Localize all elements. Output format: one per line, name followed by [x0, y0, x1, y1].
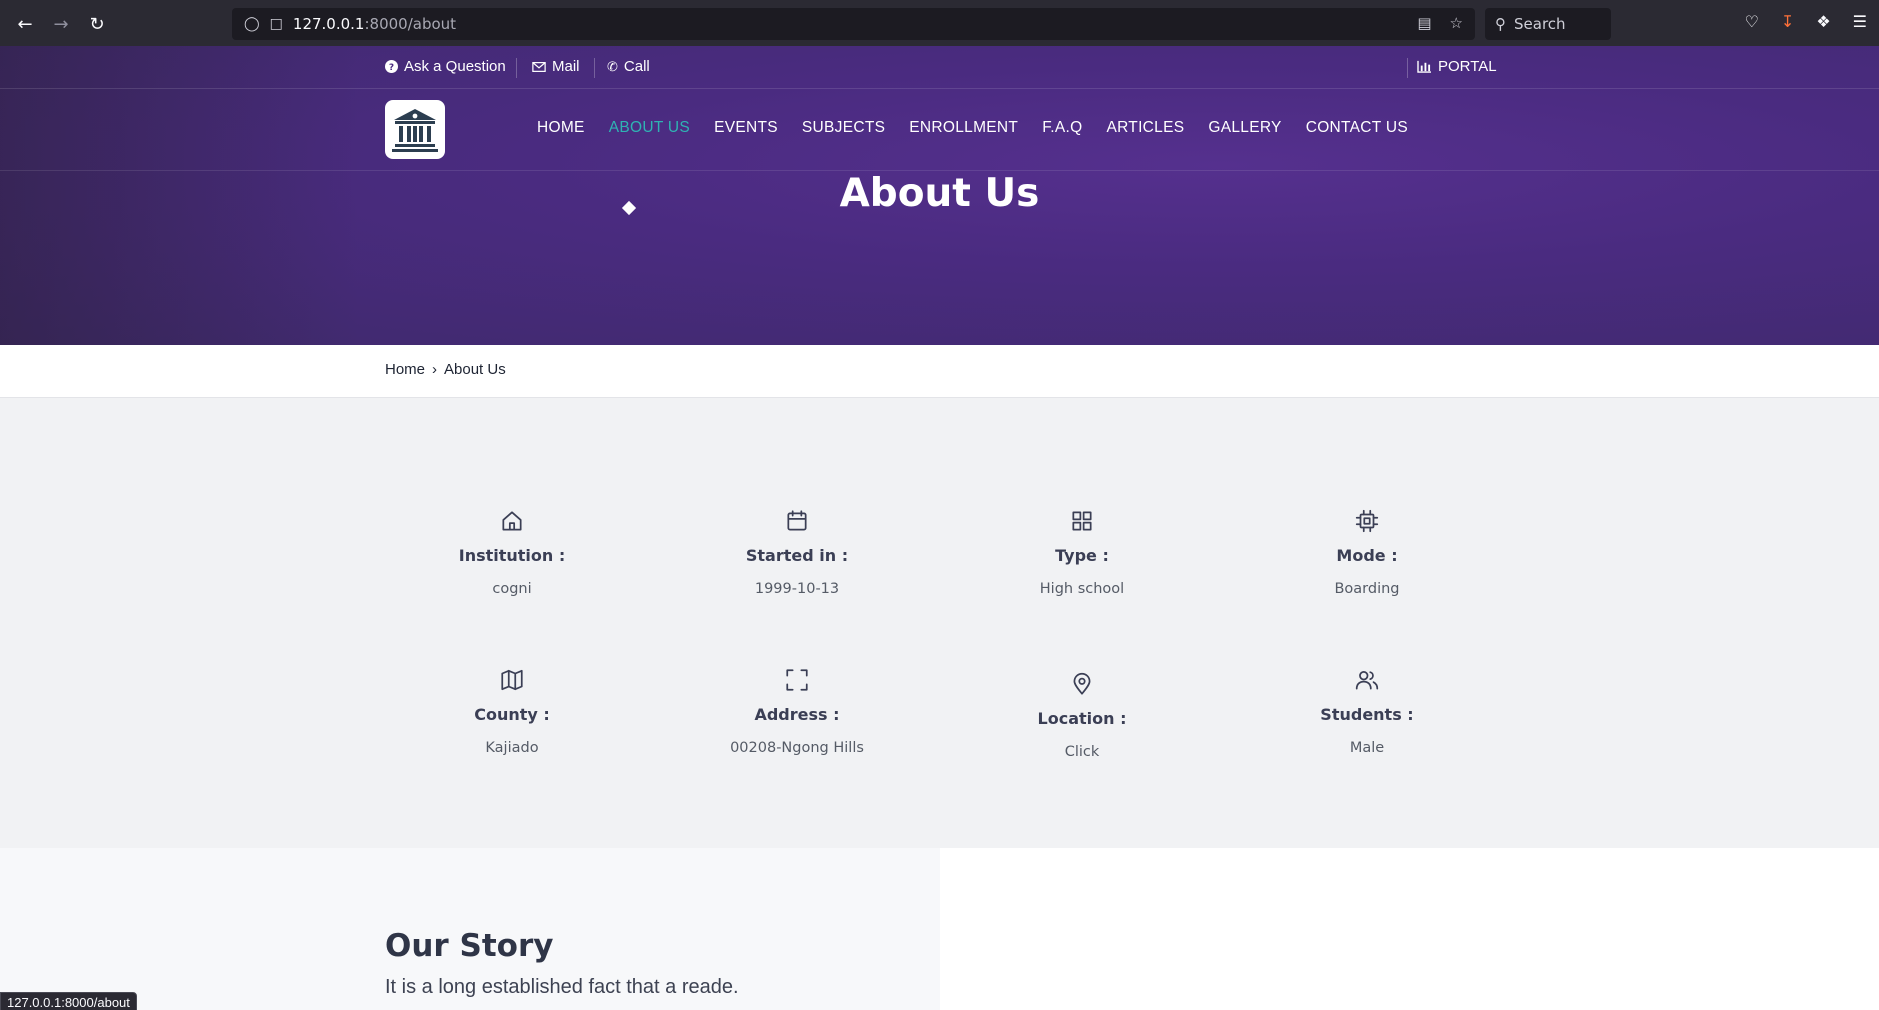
- institution-info-section: Institution : cogni Started in : 1999-10-13…: [0, 398, 1879, 848]
- nav-item-about-us[interactable]: ABOUT US: [609, 119, 690, 137]
- breadcrumb: Home › About Us: [385, 361, 506, 378]
- divider: [1407, 58, 1408, 78]
- info-value: High school: [1039, 581, 1125, 597]
- bar-chart-icon: [1417, 60, 1431, 73]
- info-label: Mode :: [1336, 546, 1398, 565]
- calendar-icon: [677, 506, 917, 536]
- grid-icon: [962, 506, 1202, 536]
- breadcrumb-bar: Home › About Us: [0, 345, 1879, 398]
- mail-icon: [532, 61, 546, 72]
- nav-menu: HOME ABOUT US EVENTS SUBJECTS ENROLLMENT F.A.…: [537, 119, 1432, 137]
- shield-icon[interactable]: ◯: [244, 16, 260, 32]
- portal-link[interactable]: PORTAL: [1417, 58, 1497, 75]
- info-card: Started in : 1999-10-13: [677, 506, 917, 597]
- nav-item-contact-us[interactable]: CONTACT US: [1306, 119, 1408, 137]
- url-host: 127.0.0.1: [292, 15, 365, 33]
- hero-banner: ? Ask a Question Mail ✆ Call PORTAL HOME…: [0, 46, 1879, 345]
- map-pin-icon: [962, 669, 1202, 699]
- info-label: Type :: [1055, 546, 1109, 565]
- nav-item-f-a-q[interactable]: F.A.Q: [1042, 119, 1082, 137]
- download-icon[interactable]: ↧: [1781, 12, 1794, 31]
- info-value: Male: [1349, 740, 1385, 756]
- story-text: It is a long established fact that a rea…: [385, 976, 739, 998]
- info-card: County : Kajiado: [392, 665, 632, 756]
- back-arrow-icon[interactable]: ←: [10, 9, 40, 39]
- info-value: Boarding: [1334, 581, 1400, 597]
- portal-label: PORTAL: [1438, 58, 1497, 75]
- story-title: Our Story: [385, 928, 554, 964]
- info-value: Kajiado: [485, 740, 539, 756]
- story-image-area: [940, 848, 1879, 1010]
- breadcrumb-home-link[interactable]: Home: [385, 361, 425, 378]
- info-value: 1999-10-13: [754, 581, 840, 597]
- pocket-icon[interactable]: ♡: [1745, 12, 1759, 31]
- top-contact-bar: ? Ask a Question Mail ✆ Call PORTAL: [0, 46, 1879, 89]
- search-input[interactable]: ⚲ Search: [1485, 8, 1611, 40]
- nav-item-gallery[interactable]: GALLERY: [1208, 119, 1281, 137]
- status-bar-url: 127.0.0.1:8000/about: [0, 992, 137, 1010]
- mail-link[interactable]: Mail: [532, 58, 580, 75]
- reader-view-icon[interactable]: ▤: [1417, 14, 1431, 32]
- nav-item-articles[interactable]: ARTICLES: [1106, 119, 1184, 137]
- info-label: Students :: [1320, 705, 1414, 724]
- info-label: Started in :: [745, 546, 849, 565]
- info-label: Location :: [1037, 709, 1127, 728]
- users-icon: [1247, 665, 1487, 695]
- extensions-icon[interactable]: ❖: [1816, 12, 1830, 31]
- reload-icon[interactable]: ↻: [82, 9, 112, 39]
- phone-icon: ✆: [607, 58, 618, 74]
- svg-text:?: ?: [389, 63, 394, 73]
- page-title: About Us: [839, 171, 1040, 216]
- story-section: Our Story It is a long established fact …: [0, 848, 940, 1010]
- info-card: Location : Click: [962, 669, 1202, 760]
- page-icon: □: [269, 16, 283, 32]
- info-label: Address :: [754, 705, 840, 724]
- site-logo[interactable]: [385, 100, 445, 159]
- nav-item-home[interactable]: HOME: [537, 119, 585, 137]
- info-card: Students : Male: [1247, 665, 1487, 756]
- divider: [516, 58, 517, 78]
- divider: [594, 58, 595, 78]
- search-placeholder: Search: [1514, 15, 1566, 33]
- question-circle-icon: ?: [385, 60, 398, 73]
- bookmark-star-icon[interactable]: ☆: [1450, 14, 1463, 32]
- call-label: Call: [623, 58, 650, 75]
- institution-building-icon: [392, 108, 438, 152]
- info-card: Address : 00208-Ngong Hills: [677, 665, 917, 756]
- nav-item-enrollment[interactable]: ENROLLMENT: [909, 119, 1018, 137]
- info-label: Institution :: [458, 546, 566, 565]
- info-card: Institution : cogni: [392, 506, 632, 597]
- forward-arrow-icon[interactable]: →: [46, 9, 76, 39]
- info-value: cogni: [492, 581, 532, 597]
- info-label: County :: [474, 705, 550, 724]
- mail-label: Mail: [552, 58, 580, 75]
- ask-question-link[interactable]: ? Ask a Question: [385, 58, 506, 75]
- info-value: 00208-Ngong Hills: [730, 740, 864, 756]
- search-icon: ⚲: [1495, 15, 1506, 33]
- home-icon: [392, 506, 632, 536]
- address-bar[interactable]: ◯ □ 127.0.0.1:8000/about ▤ ☆: [232, 8, 1475, 40]
- menu-icon[interactable]: ☰: [1853, 12, 1867, 31]
- maximize-icon: [677, 665, 917, 695]
- nav-item-subjects[interactable]: SUBJECTS: [802, 119, 885, 137]
- map-icon: [392, 665, 632, 695]
- call-link[interactable]: ✆ Call: [607, 58, 650, 75]
- url-path: :8000/about: [364, 15, 457, 33]
- nav-item-events[interactable]: EVENTS: [714, 119, 778, 137]
- info-card: Mode : Boarding: [1247, 506, 1487, 597]
- ask-question-label: Ask a Question: [404, 58, 506, 75]
- info-card: Type : High school: [962, 506, 1202, 597]
- info-value[interactable]: Click: [962, 744, 1202, 760]
- main-navbar: HOME ABOUT US EVENTS SUBJECTS ENROLLMENT F.A.…: [0, 89, 1879, 216]
- breadcrumb-separator-icon: ›: [432, 361, 438, 378]
- cpu-icon: [1247, 506, 1487, 536]
- breadcrumb-current: About Us: [444, 361, 506, 378]
- browser-toolbar: ← → ↻ ◯ □ 127.0.0.1:8000/about ▤ ☆ ⚲ Sea…: [0, 0, 1879, 46]
